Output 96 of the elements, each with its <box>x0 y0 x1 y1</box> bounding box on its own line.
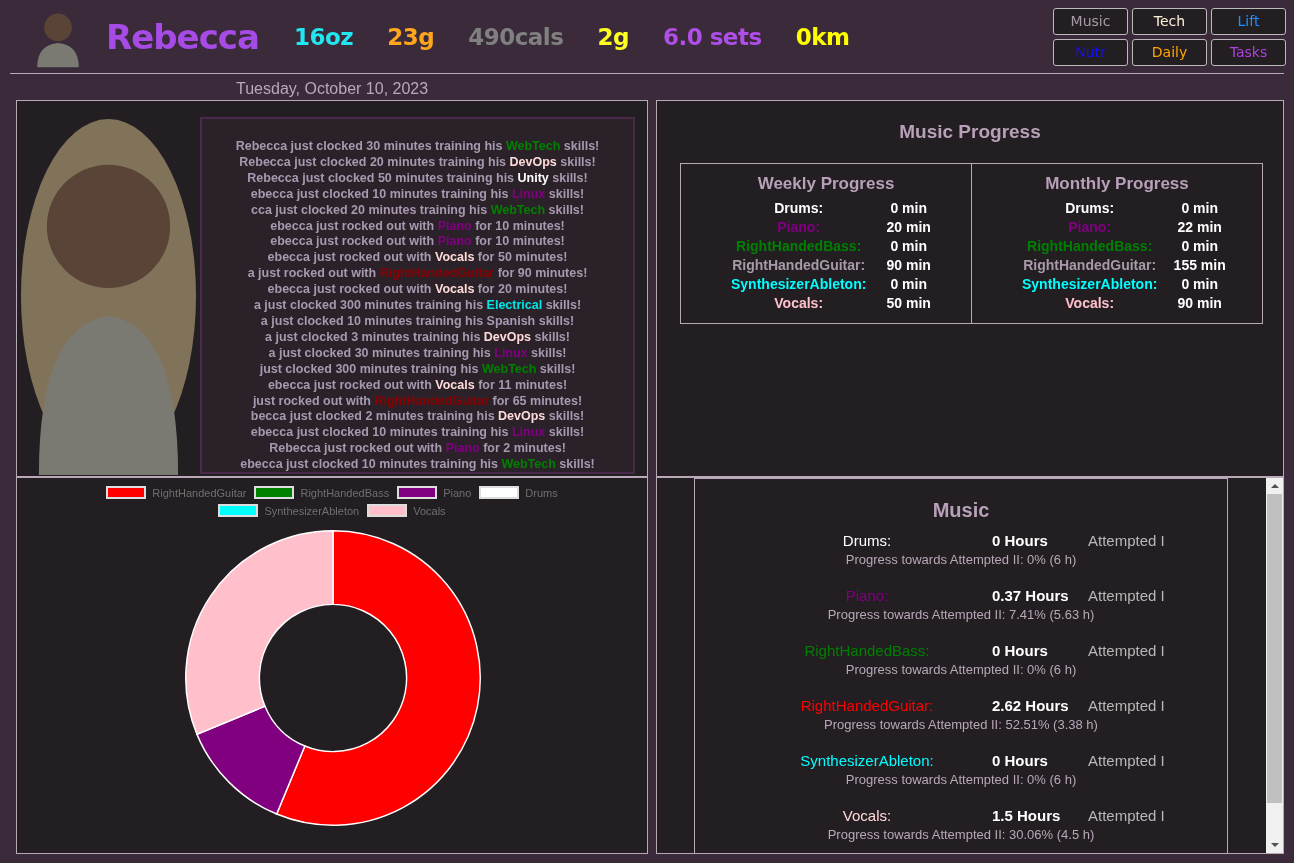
progress-text: Progress towards Attempted II: 0% (6 h) <box>845 772 1077 787</box>
minutes-value: 0 min <box>1180 238 1219 254</box>
feed-message: a just clocked 300 minutes training his Electrical skills! <box>253 298 582 314</box>
instrument-label: RightHandedGuitar: <box>799 697 935 714</box>
level-label: Attempted I <box>1087 587 1166 604</box>
instrument-label: RightHandedBass: <box>803 642 931 659</box>
instrument-label: RightHandedGuitar: <box>731 257 867 273</box>
scrollbar-thumb[interactable] <box>1267 494 1282 803</box>
instrument-label: Piano: <box>844 587 890 604</box>
minutes-value: 0 min <box>889 276 928 292</box>
stat-value: 0km <box>795 23 850 50</box>
legend-label: SynthesizerAbleton <box>264 504 360 517</box>
nav-button[interactable]: Daily <box>1132 38 1207 66</box>
feed-message: Rebecca just clocked 30 minutes training his WebTech skills! <box>235 139 600 155</box>
scroll-up-icon[interactable] <box>1269 481 1280 491</box>
feed-message: a just rocked out with RightHandedGuitar for 90 minutes! <box>247 266 588 283</box>
minutes-value: 20 min <box>885 219 932 235</box>
nav-button[interactable]: Lift <box>1211 7 1286 35</box>
feed-message: a just clocked 10 minutes training his Spanish skills! <box>260 313 575 330</box>
instrument-label: Vocals: <box>841 807 893 824</box>
minutes-value: 155 min <box>1172 257 1227 273</box>
minutes-value: 22 min <box>1176 219 1223 235</box>
section-title: Music Progress <box>898 121 1042 143</box>
progress-text: Progress towards Attempted II: 0% (6 h) <box>845 662 1077 677</box>
feed-message: a just clocked 30 minutes training his Linux skills! <box>268 345 567 362</box>
section-title: Music <box>932 499 990 522</box>
minutes-value: 90 min <box>885 257 932 273</box>
hours-value: 0.37 Hours <box>991 587 1070 604</box>
level-label: Attempted I <box>1087 752 1166 769</box>
scroll-down-icon[interactable] <box>1269 840 1280 850</box>
minutes-value: 50 min <box>885 295 932 311</box>
feed-message: ebecca just clocked 10 minutes training his WebTech skills! <box>240 457 595 474</box>
user-name: Rebecca <box>106 16 260 57</box>
instrument-label: RightHandedBass: <box>1026 238 1154 254</box>
instrument-label: Drums: <box>773 200 825 216</box>
hours-value: 0 Hours <box>991 752 1049 769</box>
stat-value: 6.0 sets <box>662 23 762 50</box>
minutes-value: 90 min <box>1176 295 1223 311</box>
feed-message: just clocked 300 minutes training his WebTech skills! <box>259 361 576 378</box>
minutes-value: 0 min <box>889 238 928 254</box>
feed-message: cca just clocked 20 minutes training his WebTech skills! <box>251 202 584 219</box>
feed-message: Rebecca just clocked 50 minutes training his Unity skills! <box>247 170 588 187</box>
hours-value: 1.5 Hours <box>991 807 1062 824</box>
legend-label: RightHandedBass <box>300 486 390 499</box>
minutes-value: 0 min <box>1180 200 1219 216</box>
instrument-label: Piano: <box>1067 219 1113 235</box>
stat-value: 16oz <box>294 23 354 50</box>
instrument-label: Vocals: <box>773 295 825 311</box>
legend-label: Drums <box>525 486 558 499</box>
stat-value: 490cals <box>468 23 564 50</box>
feed-message: ebecca just clocked 10 minutes training his Linux skills! <box>250 425 585 442</box>
feed-message: ebecca just rocked out with Piano for 10 minutes! <box>270 218 565 235</box>
instrument-label: Piano: <box>776 219 822 235</box>
scrollbar[interactable] <box>1266 478 1283 853</box>
feed-message: ebecca just rocked out with Vocals for 20 minutes! <box>267 282 568 299</box>
instrument-label: SynthesizerAbleton: <box>730 276 867 292</box>
legend-label: Piano <box>443 486 472 499</box>
table-title: Monthly Progress <box>1044 174 1190 194</box>
progress-text: Progress towards Attempted II: 0% (6 h) <box>845 552 1077 567</box>
legend-label: Vocals <box>413 504 446 517</box>
nav-button[interactable]: Tech <box>1132 7 1207 35</box>
feed-message: ebecca just rocked out with Piano for 10 minutes! <box>270 234 565 251</box>
stat-value: 23g <box>387 23 435 50</box>
feed-message: Rebecca just rocked out with Piano for 2 minutes! <box>269 441 566 458</box>
feed-message: Rebecca just clocked 20 minutes training his DevOps skills! <box>239 154 596 171</box>
nav-button[interactable]: Tasks <box>1211 38 1286 66</box>
progress-text: Progress towards Attempted II: 7.41% (5.63 h) <box>827 607 1095 622</box>
feed-message: a just clocked 3 minutes training his DevOps skills! <box>265 329 570 346</box>
nav-button[interactable]: Music <box>1053 7 1128 35</box>
instrument-label: SynthesizerAbleton: <box>799 752 935 769</box>
feed-message: just rocked out with RightHandedGuitar for 65 minutes! <box>252 393 583 410</box>
level-label: Attempted I <box>1087 807 1166 824</box>
date-label: Tuesday, October 10, 2023 <box>236 79 429 99</box>
progress-text: Progress towards Attempted II: 52.51% (3.38 h) <box>824 717 1098 732</box>
level-label: Attempted I <box>1087 532 1166 549</box>
instrument-label: Drums: <box>1064 200 1116 216</box>
feed-message: becca just clocked 2 minutes training his DevOps skills! <box>250 409 585 426</box>
feed-message: ebecca just rocked out with Vocals for 50 minutes! <box>267 250 568 267</box>
hours-value: 0 Hours <box>991 642 1049 659</box>
hours-value: 2.62 Hours <box>991 697 1070 714</box>
hours-value: 0 Hours <box>991 532 1049 549</box>
minutes-value: 0 min <box>889 200 928 216</box>
feed-message: ebecca just clocked 10 minutes training his Linux skills! <box>250 186 585 203</box>
progress-text: Progress towards Attempted II: 30.06% (4.5 h) <box>827 827 1095 842</box>
instrument-label: Vocals: <box>1064 295 1116 311</box>
stat-value: 2g <box>597 23 629 50</box>
legend-label: RightHandedGuitar <box>152 486 247 499</box>
feed-message: ebecca just rocked out with Vocals for 11 minutes! <box>267 377 568 394</box>
instrument-label: Drums: <box>841 532 893 549</box>
instrument-label: RightHandedBass: <box>735 238 863 254</box>
level-label: Attempted I <box>1087 642 1166 659</box>
level-label: Attempted I <box>1087 697 1166 714</box>
table-title: Weekly Progress <box>756 174 896 194</box>
instrument-label: RightHandedGuitar: <box>1022 257 1158 273</box>
minutes-value: 0 min <box>1180 276 1219 292</box>
instrument-label: SynthesizerAbleton: <box>1021 276 1158 292</box>
